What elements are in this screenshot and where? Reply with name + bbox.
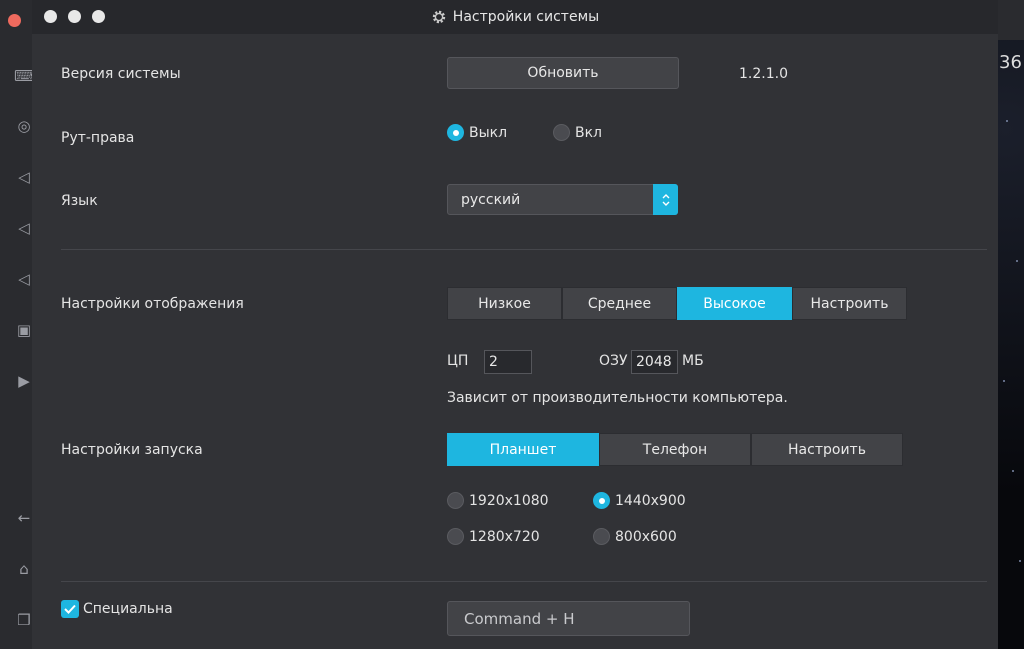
volume-icon[interactable]: ◁ <box>14 167 34 187</box>
background-wallpaper <box>998 0 1024 649</box>
divider <box>61 249 987 250</box>
star <box>1012 470 1014 472</box>
launch-custom-button[interactable]: Настроить <box>751 433 903 466</box>
background-corner-text: 36 <box>999 52 1022 73</box>
language-select[interactable]: русский <box>447 184 678 215</box>
recent-apps-icon[interactable]: ❒ <box>14 610 34 630</box>
display-low-button[interactable]: Низкое <box>447 287 562 320</box>
radio-indicator <box>553 124 570 141</box>
background-header <box>998 0 1024 40</box>
window-title: Настройки системы <box>32 0 998 34</box>
launch-phone-button[interactable]: Телефон <box>599 433 751 466</box>
launch-mode-segmented: Планшет Телефон Настроить <box>447 433 903 466</box>
location-icon[interactable]: ◎ <box>14 116 34 136</box>
settings-dialog: Настройки системы Версия системы Обновит… <box>32 0 998 649</box>
update-button[interactable]: Обновить <box>447 57 679 89</box>
display-medium-button[interactable]: Среднее <box>562 287 677 320</box>
display-custom-button[interactable]: Настроить <box>792 287 907 320</box>
resolution-1920-radio[interactable]: 1920x1080 <box>447 492 549 509</box>
resolution-label: 1280x720 <box>469 528 540 545</box>
resolution-1440-radio[interactable]: 1440x900 <box>593 492 686 509</box>
special-checkbox[interactable]: Специальна <box>61 600 173 618</box>
checkmark-icon <box>61 600 79 618</box>
radio-indicator <box>447 124 464 141</box>
star <box>1006 120 1008 122</box>
launch-settings-label: Настройки запуска <box>61 442 203 458</box>
keyboard-icon[interactable]: ⌨ <box>14 66 36 86</box>
root-off-label: Выкл <box>469 124 508 141</box>
video-icon[interactable]: ▶ <box>14 371 34 391</box>
resolution-label: 1920x1080 <box>469 492 549 509</box>
star <box>1019 560 1021 562</box>
radio-indicator <box>447 528 464 545</box>
hotkey-input[interactable]: Command + H <box>447 601 690 636</box>
ram-unit-label: МБ <box>682 353 704 369</box>
radio-indicator <box>593 528 610 545</box>
volume-down-icon[interactable]: ◁ <box>14 218 34 238</box>
performance-hint: Зависит от производительности компьютера… <box>447 390 788 406</box>
system-version-value: 1.2.1.0 <box>739 66 788 82</box>
volume-up-icon[interactable]: ◁ <box>14 269 34 289</box>
launch-tablet-button[interactable]: Планшет <box>447 433 599 466</box>
resolution-1280-radio[interactable]: 1280x720 <box>447 528 540 545</box>
apk-icon[interactable]: ▣ <box>14 320 34 340</box>
language-select-value: русский <box>461 191 521 208</box>
chevron-up-down-icon <box>653 184 678 215</box>
display-settings-label: Настройки отображения <box>61 296 244 312</box>
language-label: Язык <box>61 193 98 209</box>
radio-indicator <box>593 492 610 509</box>
background-close-button[interactable] <box>8 14 21 27</box>
resolution-label: 800x600 <box>615 528 677 545</box>
home-icon[interactable]: ⌂ <box>14 559 34 579</box>
gear-icon <box>432 10 445 24</box>
star <box>1003 380 1005 382</box>
root-on-label: Вкл <box>575 124 603 141</box>
root-on-radio[interactable]: Вкл <box>553 124 602 141</box>
star <box>1016 260 1018 262</box>
divider <box>61 581 987 582</box>
cpu-field[interactable]: 2 <box>484 350 532 374</box>
root-rights-label: Рут-права <box>61 130 135 146</box>
ram-label: ОЗУ <box>599 353 628 369</box>
window-title-text: Настройки системы <box>452 9 600 25</box>
resolution-800-radio[interactable]: 800x600 <box>593 528 677 545</box>
display-high-button[interactable]: Высокое <box>677 287 792 320</box>
cpu-label: ЦП <box>447 353 469 369</box>
root-off-radio[interactable]: Выкл <box>447 124 507 141</box>
resolution-label: 1440x900 <box>615 492 686 509</box>
special-label: Специальна <box>83 601 173 617</box>
system-version-label: Версия системы <box>61 66 181 82</box>
radio-indicator <box>447 492 464 509</box>
ram-field[interactable]: 2048 <box>631 350 678 374</box>
back-icon[interactable]: ← <box>14 508 34 528</box>
title-bar: Настройки системы <box>32 0 998 34</box>
display-quality-segmented: Низкое Среднее Высокое Настроить <box>447 287 907 320</box>
